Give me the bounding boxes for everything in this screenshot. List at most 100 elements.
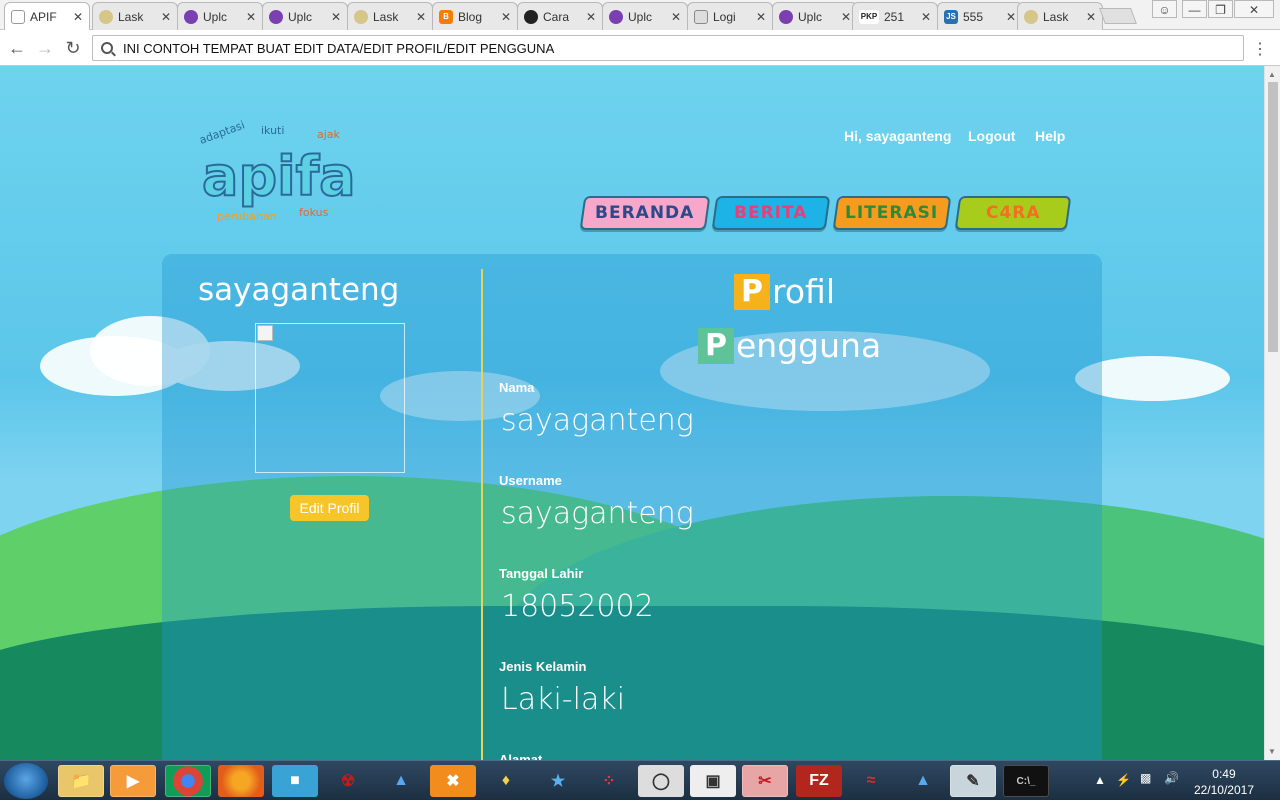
profile-title-line1: P rofil	[734, 272, 835, 311]
close-tab-icon[interactable]: ✕	[161, 10, 171, 24]
close-tab-icon[interactable]: ✕	[671, 10, 681, 24]
tab-upload-1[interactable]: Uplc ✕	[177, 2, 263, 30]
chrome-icon[interactable]	[165, 765, 211, 797]
tab-js[interactable]: JS 555 ✕	[937, 2, 1023, 30]
svg-text:ikuti: ikuti	[261, 124, 284, 137]
help-link[interactable]: Help	[1035, 128, 1065, 144]
address-bar: ← → ↻ INI CONTOH TEMPAT BUAT EDIT DATA/E…	[0, 31, 1280, 66]
url-input[interactable]: INI CONTOH TEMPAT BUAT EDIT DATA/EDIT PR…	[92, 35, 1244, 61]
scroll-thumb[interactable]	[1268, 82, 1278, 352]
tray-expand-icon[interactable]: ▲	[1094, 773, 1106, 787]
tab-upload-3[interactable]: Uplc ✕	[602, 2, 688, 30]
nav-cyra[interactable]: C4RA	[954, 196, 1072, 230]
greeting-link[interactable]: Hi, sayaganteng	[844, 128, 951, 144]
scroll-down-icon[interactable]: ▼	[1268, 747, 1276, 756]
signal-icon[interactable]: ▩	[1140, 771, 1151, 785]
edit-profile-button[interactable]: Edit Profil	[290, 495, 369, 521]
tab-apifa[interactable]: APIF ✕	[4, 2, 90, 30]
close-tab-icon[interactable]: ✕	[331, 10, 341, 24]
start-button[interactable]	[4, 763, 48, 799]
tab-upload-4[interactable]: Uplc ✕	[772, 2, 858, 30]
forward-icon[interactable]: →	[34, 37, 56, 59]
close-tab-icon[interactable]: ✕	[246, 10, 256, 24]
app-red-icon[interactable]: ≈	[848, 765, 894, 797]
explorer-icon[interactable]: 📁	[58, 765, 104, 797]
title-cap-p1: P	[734, 273, 770, 310]
python-icon[interactable]: ♦	[483, 765, 529, 797]
firefox-icon[interactable]	[218, 765, 264, 797]
tab-label: Cara	[543, 9, 570, 24]
close-tab-icon[interactable]: ✕	[1086, 10, 1096, 24]
tab-label: 555	[963, 9, 984, 24]
apifa-logo[interactable]: apifa adaptasi ikuti ajak perubahan foku…	[197, 120, 357, 230]
nav-berita[interactable]: BERITA	[711, 196, 831, 230]
close-tab-icon[interactable]: ✕	[921, 10, 931, 24]
nav-literasi-label: LITERASI	[845, 203, 939, 223]
search-icon	[101, 42, 113, 54]
volume-icon[interactable]: 🔊	[1164, 771, 1179, 785]
tab-label: Uplc	[288, 9, 313, 24]
logout-link[interactable]: Logout	[968, 128, 1015, 144]
tab-pkp[interactable]: PKP 251 ✕	[852, 2, 938, 30]
filezilla-icon[interactable]: FZ	[796, 765, 842, 797]
svg-text:adaptasi: adaptasi	[198, 120, 247, 147]
maximize-icon[interactable]: ❐	[1208, 0, 1233, 18]
field-label-nama: Nama	[499, 380, 535, 395]
clock[interactable]: 0:49 22/10/2017	[1194, 766, 1254, 798]
close-tab-icon[interactable]: ✕	[501, 10, 511, 24]
system-tray: ▲ ⚡ ▩ 🔊 0:49 22/10/2017	[1080, 761, 1280, 801]
menu-icon[interactable]: ⋮	[1252, 39, 1268, 59]
nav-beranda[interactable]: BERANDA	[579, 196, 711, 230]
nav-literasi[interactable]: LITERASI	[832, 196, 952, 230]
snipping-tool-icon[interactable]: ✂	[742, 765, 788, 797]
close-tab-icon[interactable]: ✕	[756, 10, 766, 24]
nav-beranda-label: BERANDA	[595, 203, 695, 223]
fin-icon[interactable]: ▲	[378, 765, 424, 797]
fin-app-icon[interactable]: ▲	[900, 765, 946, 797]
xampp-icon[interactable]: ✖	[430, 765, 476, 797]
dots-app-icon[interactable]: ⁘	[586, 765, 632, 797]
tab-laskar-3[interactable]: Lask ✕	[1017, 2, 1103, 30]
reload-icon[interactable]: ↻	[62, 37, 84, 59]
tab-label: Blog	[458, 9, 483, 24]
media-player-icon[interactable]: ▶	[110, 765, 156, 797]
profile-title-line2: P engguna	[698, 326, 881, 365]
power-icon[interactable]: ⚡	[1116, 773, 1131, 787]
tab-label: Uplc	[203, 9, 228, 24]
field-label-alamat: Alamat	[499, 752, 543, 760]
close-tab-icon[interactable]: ✕	[416, 10, 426, 24]
page-scrollbar[interactable]: ▲ ▼	[1264, 66, 1280, 760]
new-tab-button[interactable]	[1099, 8, 1137, 24]
field-value-username: sayaganteng	[501, 496, 694, 531]
tab-laskar-2[interactable]: Lask ✕	[347, 2, 433, 30]
tab-login[interactable]: Logi ✕	[687, 2, 773, 30]
notepad-icon[interactable]: ✎	[950, 765, 996, 797]
tab-cara[interactable]: Cara ✕	[517, 2, 603, 30]
site-icon	[184, 9, 198, 24]
scroll-up-icon[interactable]: ▲	[1268, 70, 1276, 79]
keyboard-app-icon[interactable]: ◯	[638, 765, 684, 797]
radiation-icon[interactable]: ☢	[325, 765, 371, 797]
close-tab-icon[interactable]: ✕	[586, 10, 596, 24]
tab-label: Lask	[118, 9, 144, 24]
browser-tab-strip: APIF ✕ Lask ✕ Uplc ✕ Uplc ✕ Lask ✕ B Blo…	[0, 0, 1280, 30]
tab-upload-2[interactable]: Uplc ✕	[262, 2, 348, 30]
back-icon[interactable]: ←	[6, 37, 28, 59]
tab-blog[interactable]: B Blog ✕	[432, 2, 518, 30]
minimize-icon[interactable]: —	[1182, 0, 1207, 18]
user-profile-icon[interactable]: ☺	[1152, 0, 1177, 18]
app-icon[interactable]: ■	[272, 765, 318, 797]
field-value-tanggal-lahir: 18052002	[501, 589, 654, 624]
network-icon[interactable]: ★	[535, 765, 581, 797]
cmd-icon[interactable]: C:\_	[1003, 765, 1049, 797]
window-app-icon[interactable]: ▣	[690, 765, 736, 797]
close-window-icon[interactable]: ✕	[1234, 0, 1274, 18]
tab-laskar-1[interactable]: Lask ✕	[92, 2, 178, 30]
windows-taskbar: 📁 ▶ ■ ☢ ▲ ✖ ♦ ★ ⁘ ◯ ▣ ✂ FZ ≈ ▲ ✎ C:\_ ▲ …	[0, 760, 1280, 800]
clock-time: 0:49	[1212, 767, 1236, 781]
close-tab-icon[interactable]: ✕	[1006, 10, 1016, 24]
tab-label: Uplc	[628, 9, 653, 24]
close-tab-icon[interactable]: ✕	[841, 10, 851, 24]
close-tab-icon[interactable]: ✕	[73, 10, 83, 24]
site-icon	[99, 9, 113, 24]
